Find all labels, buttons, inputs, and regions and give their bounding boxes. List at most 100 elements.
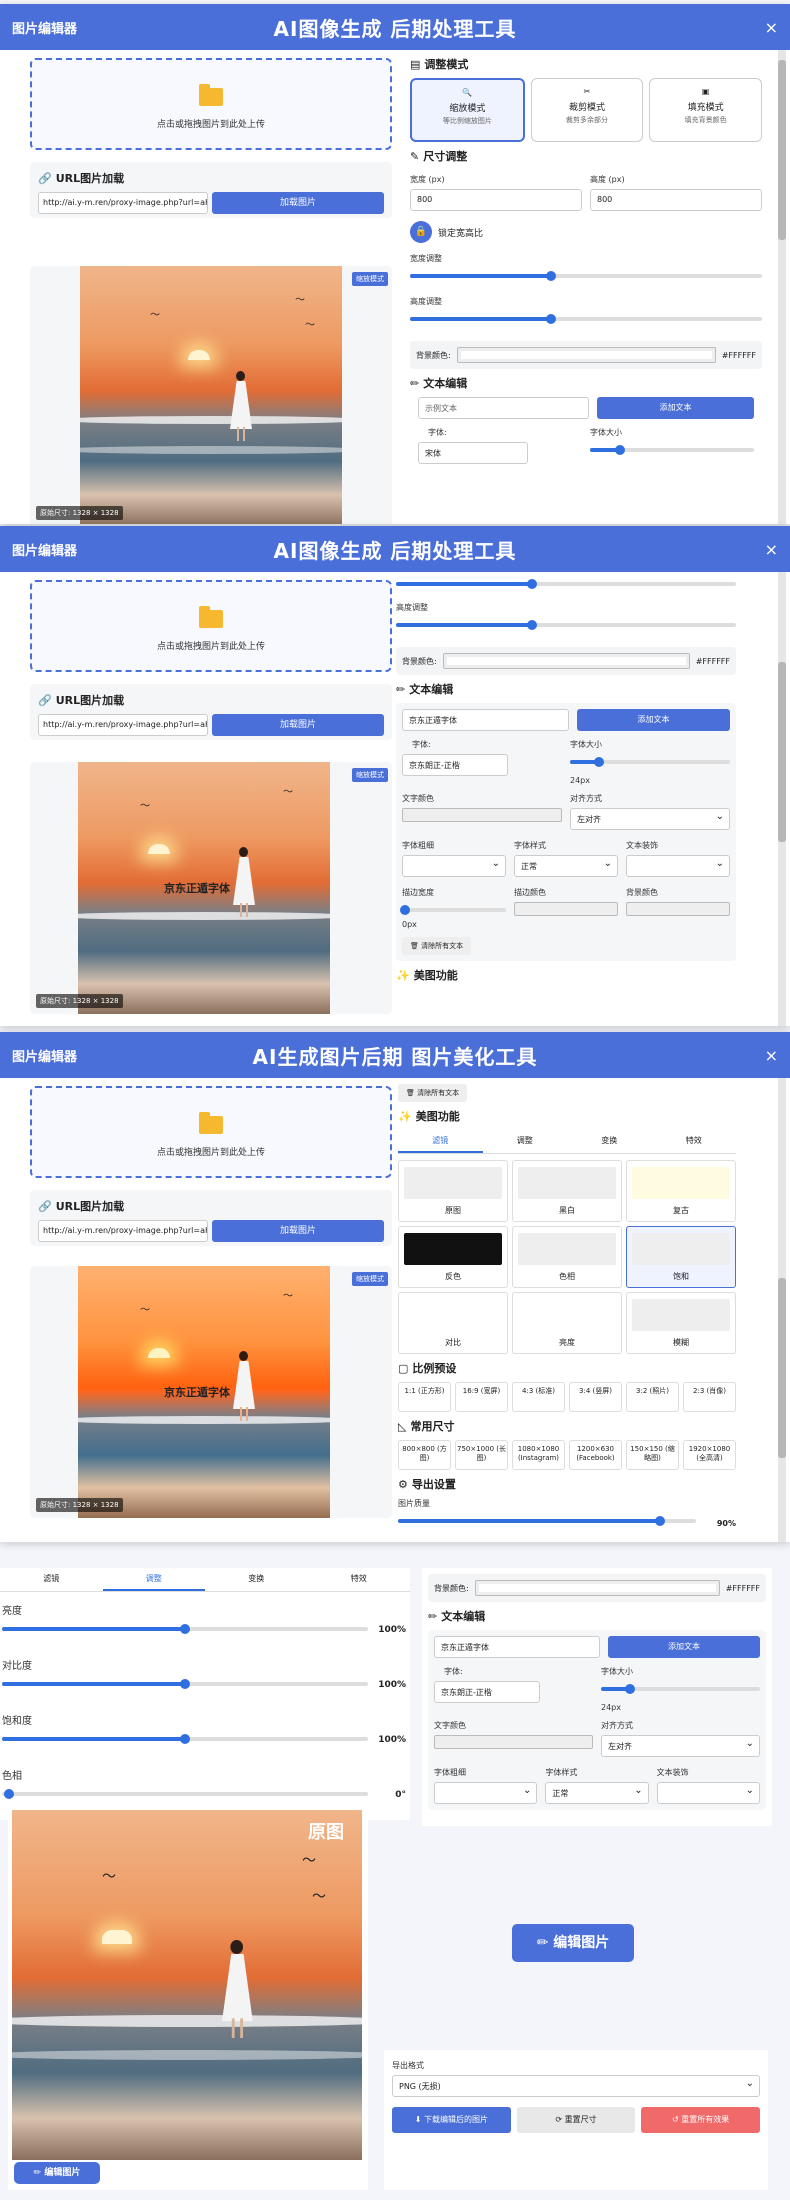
quality-slider[interactable] (398, 1513, 696, 1527)
font-field[interactable]: 京东朗正-正楷 (402, 754, 508, 776)
filter-2[interactable]: 复古 (626, 1160, 736, 1222)
lock-ratio[interactable]: 🔒 锁定宽高比 (410, 221, 762, 243)
upload-dropzone[interactable]: 点击或拖拽图片到此处上传 (30, 58, 392, 150)
width-slider[interactable] (396, 576, 736, 590)
filter-7[interactable]: 亮度 (512, 1292, 622, 1354)
upload-dropzone[interactable]: 点击或拖拽图片到此处上传 (30, 1086, 392, 1178)
text-input[interactable]: 京东正遁字体 (434, 1636, 600, 1658)
filter-4[interactable]: 色相 (512, 1226, 622, 1288)
load-image-button[interactable]: 加载图片 (212, 192, 384, 214)
text-input[interactable]: 京东正遁字体 (402, 709, 569, 731)
filter-6[interactable]: 对比 (398, 1292, 508, 1354)
align-select[interactable]: 左对齐 (570, 808, 730, 830)
ratio-item[interactable]: 3:4 (竖屏) (569, 1382, 622, 1412)
load-image-button[interactable]: 加载图片 (212, 1220, 384, 1242)
tab-effects[interactable]: 特效 (652, 1130, 737, 1153)
stroke-width-slider[interactable] (400, 902, 506, 916)
filter-5[interactable]: 饱和 (626, 1226, 736, 1288)
common-item[interactable]: 1920×1080 (全高清) (683, 1440, 736, 1470)
tab-effects[interactable]: 特效 (308, 1568, 411, 1591)
height-slider[interactable] (410, 311, 762, 325)
scrollbar[interactable] (778, 1078, 786, 1542)
tab-filter[interactable]: 滤镜 (398, 1130, 483, 1153)
font-size-slider[interactable] (570, 754, 730, 768)
decor-select[interactable] (626, 855, 730, 877)
dimensions-label: 原始尺寸: 1328 × 1328 (36, 1498, 123, 1512)
tab-transform[interactable]: 变换 (567, 1130, 652, 1153)
stroke-color-picker[interactable] (514, 902, 618, 916)
edit-image-button-small[interactable]: ✏ 编辑图片 (14, 2162, 100, 2184)
width-input[interactable]: 800 (410, 189, 582, 211)
common-item[interactable]: 750×1000 (长图) (455, 1440, 508, 1470)
decor-select[interactable] (656, 1782, 760, 1804)
scrollbar[interactable] (778, 572, 786, 1026)
scrollbar[interactable] (778, 50, 786, 524)
align-select[interactable]: 左对齐 (601, 1735, 760, 1757)
ratio-item[interactable]: 4:3 (标准) (512, 1382, 565, 1412)
url-loader: 🔗 URL图片加载 http://ai.y-m.ren/proxy-image.p… (30, 1190, 392, 1246)
tab-adjust[interactable]: 调整 (483, 1130, 568, 1153)
filter-1[interactable]: 黑白 (512, 1160, 622, 1222)
common-item[interactable]: 800×800 (方图) (398, 1440, 451, 1470)
mode-crop[interactable]: ✂ 裁剪模式 裁剪多余部分 (530, 78, 644, 142)
tab-adjust[interactable]: 调整 (102, 1568, 205, 1591)
filter-swatch (632, 1299, 730, 1331)
style-select[interactable]: 正常 (514, 855, 618, 877)
text-input[interactable]: 示例文本 (418, 397, 589, 419)
common-item[interactable]: 1200×630 (Facebook) (569, 1440, 622, 1470)
mode-fill[interactable]: ▣ 填充模式 填充背景颜色 (649, 78, 763, 142)
close-icon[interactable]: × (765, 540, 778, 559)
reset-all-button[interactable]: ↺ 重置所有效果 (641, 2107, 761, 2133)
text-overlay[interactable]: 京东正遁字体 (164, 1384, 230, 1400)
close-icon[interactable]: × (765, 18, 778, 37)
ratio-item[interactable]: 16:9 (宽屏) (455, 1382, 508, 1412)
font-size-slider[interactable] (590, 442, 754, 456)
bg-color-picker[interactable] (456, 347, 716, 363)
filter-3[interactable]: 反色 (398, 1226, 508, 1288)
saturation-slider[interactable] (2, 1731, 368, 1745)
weight-select[interactable] (434, 1782, 538, 1804)
filter-8[interactable]: 模糊 (626, 1292, 736, 1354)
ratio-item[interactable]: 1:1 (正方形) (398, 1382, 451, 1412)
text-color-picker[interactable] (402, 808, 562, 822)
font-size-slider[interactable] (601, 1681, 760, 1695)
add-text-button[interactable]: 添加文本 (597, 397, 754, 419)
text-bg-picker[interactable] (626, 902, 730, 916)
upload-dropzone[interactable]: 点击或拖拽图片到此处上传 (30, 580, 392, 672)
mode-scale[interactable]: 🔍 缩放模式 等比例缩放图片 (410, 78, 525, 142)
filter-0[interactable]: 原图 (398, 1160, 508, 1222)
ratio-item[interactable]: 2:3 (肖像) (683, 1382, 736, 1412)
close-icon[interactable]: × (765, 1046, 778, 1065)
weight-select[interactable] (402, 855, 506, 877)
url-input[interactable]: http://ai.y-m.ren/proxy-image.php?url=aH (38, 192, 208, 214)
download-button[interactable]: ⬇ 下载编辑后的图片 (392, 2107, 511, 2133)
hue-slider[interactable] (2, 1786, 368, 1800)
contrast-slider[interactable] (2, 1676, 368, 1690)
tab-filter[interactable]: 滤镜 (0, 1568, 103, 1591)
load-image-button[interactable]: 加载图片 (212, 714, 384, 736)
height-input[interactable]: 800 (590, 189, 762, 211)
url-input[interactable]: http://ai.y-m.ren/proxy-image.php?url=aH (38, 714, 208, 736)
text-color-picker[interactable] (434, 1735, 593, 1749)
tab-transform[interactable]: 变换 (205, 1568, 308, 1591)
height-slider[interactable] (396, 617, 736, 631)
common-item[interactable]: 150×150 (缩略图) (626, 1440, 679, 1470)
font-field[interactable]: 宋体 (418, 442, 528, 464)
bg-color-picker[interactable] (474, 1580, 720, 1596)
add-text-button[interactable]: 添加文本 (577, 709, 730, 731)
ratio-item[interactable]: 3:2 (照片) (626, 1382, 679, 1412)
text-overlay[interactable]: 京东正遁字体 (164, 880, 230, 896)
common-item[interactable]: 1080×1080 (Instagram) (512, 1440, 565, 1470)
brightness-slider[interactable] (2, 1621, 368, 1635)
clear-text-button[interactable]: 🗑 清除所有文本 (402, 937, 472, 955)
bg-color-picker[interactable] (442, 653, 690, 669)
width-slider[interactable] (410, 268, 762, 282)
clear-text-button[interactable]: 🗑 清除所有文本 (398, 1084, 468, 1102)
font-field[interactable]: 京东朗正-正楷 (434, 1681, 540, 1703)
reset-size-button[interactable]: ⟳ 重置尺寸 (516, 2107, 636, 2133)
add-text-button[interactable]: 添加文本 (608, 1636, 760, 1658)
url-input[interactable]: http://ai.y-m.ren/proxy-image.php?url=aH (38, 1220, 208, 1242)
style-select[interactable]: 正常 (545, 1782, 649, 1804)
edit-image-button[interactable]: ✏ 编辑图片 (512, 1924, 634, 1962)
format-select[interactable]: PNG (无损) (392, 2075, 760, 2097)
